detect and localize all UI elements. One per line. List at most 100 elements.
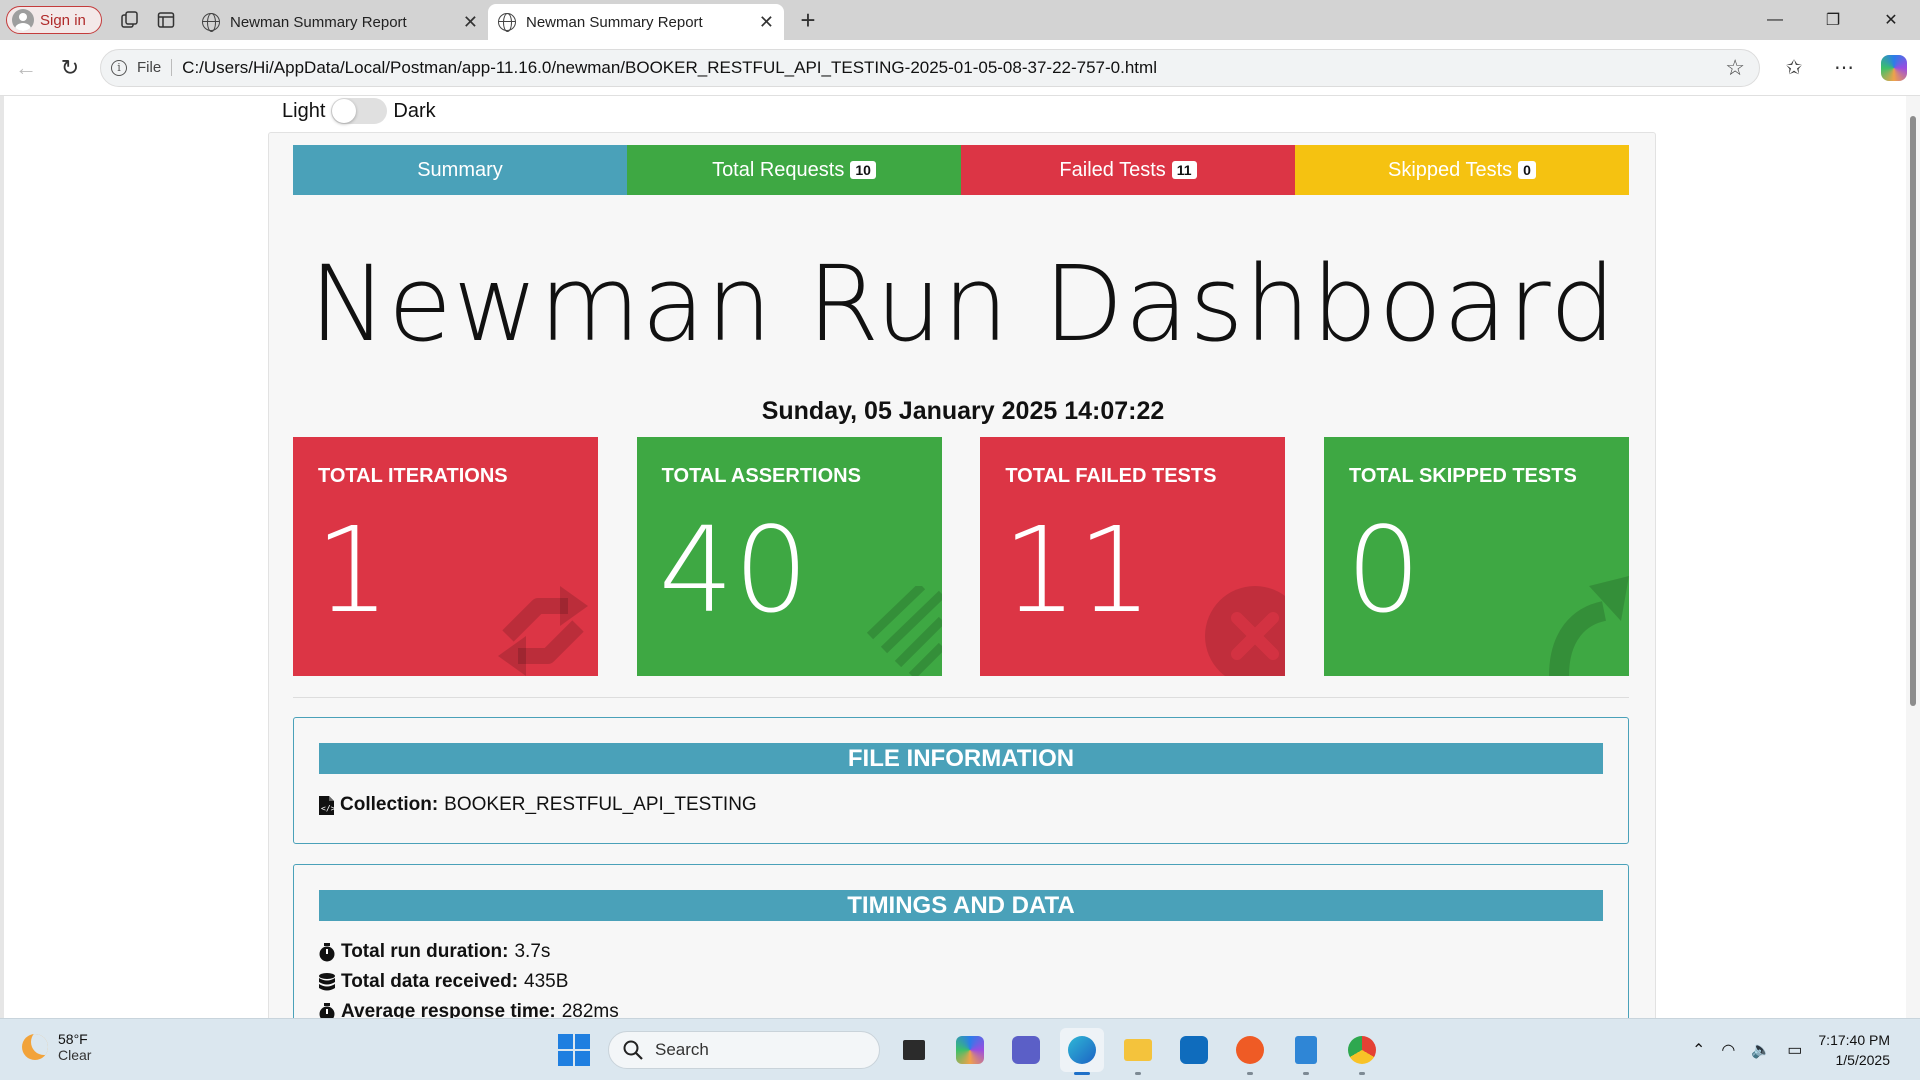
teams-icon[interactable] — [1004, 1028, 1048, 1072]
collection-row: </> Collection: BOOKER_RESTFUL_API_TESTI… — [319, 790, 1603, 820]
favorites-icon[interactable]: ✩ — [1772, 46, 1816, 90]
card-value: 1 — [315, 501, 391, 639]
moon-icon — [22, 1034, 48, 1060]
theme-toggle: Light Dark — [282, 96, 436, 126]
sync-icon — [498, 586, 588, 676]
clock-date: 1/5/2025 — [1835, 1052, 1891, 1068]
collection-value: BOOKER_RESTFUL_API_TESTING — [444, 794, 757, 815]
card-label: TOTAL FAILED TESTS — [1005, 465, 1217, 487]
browser-tab-active[interactable]: Newman Summary Report ✕ — [488, 4, 784, 40]
theme-switch[interactable] — [331, 98, 388, 124]
workspaces-icon[interactable] — [112, 2, 148, 38]
card-value: 11 — [1002, 501, 1153, 639]
refresh-icon[interactable]: ↻ — [48, 46, 92, 90]
stopwatch-icon — [319, 942, 335, 961]
chrome-icon[interactable] — [1340, 1028, 1384, 1075]
file-code-icon: </> — [319, 795, 334, 815]
edge-icon[interactable] — [1060, 1028, 1104, 1075]
postman-icon[interactable] — [1228, 1028, 1272, 1075]
row-value: 3.7s — [514, 941, 551, 962]
tab-summary[interactable]: Summary — [293, 145, 627, 195]
card-label: TOTAL ASSERTIONS — [661, 465, 861, 487]
battery-icon[interactable]: ▭ — [1787, 1040, 1802, 1060]
clock-time: 7:17:40 PM — [1818, 1032, 1890, 1048]
weather-temp: 58°F — [58, 1031, 88, 1047]
globe-icon — [202, 13, 220, 32]
page-scrollbar[interactable] — [1906, 96, 1920, 1018]
card-total-assertions: TOTAL ASSERTIONS 40 — [636, 437, 942, 676]
file-information-panel: FILE INFORMATION </> Collection: BOOKER_… — [293, 717, 1629, 844]
switch-knob — [332, 99, 357, 123]
restore-icon[interactable]: ❐ — [1804, 0, 1862, 40]
outlook-icon[interactable] — [1172, 1028, 1216, 1072]
url-input[interactable]: i File C:/Users/Hi/AppData/Local/Postman… — [100, 48, 1760, 87]
globe-icon — [498, 13, 516, 32]
taskbar-search[interactable]: Search — [608, 1031, 880, 1069]
tab-label: Failed Tests — [1059, 158, 1166, 181]
share-arrow-icon — [1548, 576, 1629, 676]
wifi-icon[interactable]: ◠ — [1721, 1040, 1735, 1060]
browser-address-bar: ← ↻ i File C:/Users/Hi/AppData/Local/Pos… — [0, 40, 1920, 96]
task-view-icon[interactable] — [892, 1028, 936, 1072]
chevron-up-icon[interactable]: ⌃ — [1692, 1040, 1705, 1060]
row-value: 435B — [524, 971, 569, 992]
card-value: 0 — [1345, 501, 1422, 639]
minimize-icon[interactable]: — — [1746, 0, 1804, 40]
card-label: TOTAL ITERATIONS — [318, 465, 508, 487]
url-text[interactable]: C:/Users/Hi/AppData/Local/Postman/app-11… — [182, 58, 1715, 78]
tab-title: Newman Summary Report — [526, 13, 703, 31]
data-received-row: Total data received: 435B — [319, 967, 1603, 997]
copilot-icon[interactable] — [1872, 46, 1916, 90]
profile-avatar-icon — [12, 9, 34, 31]
sign-in-button[interactable]: Sign in — [6, 6, 102, 34]
vertical-tabs-icon[interactable] — [148, 2, 184, 38]
close-window-icon[interactable]: ✕ — [1862, 0, 1920, 40]
windows-taskbar: 58°F Clear Search ⌃ ◠ 🔈 ▭ 7:17:40 PM 1/5… — [0, 1018, 1920, 1080]
card-value: 40 — [658, 501, 809, 639]
copilot-app-icon[interactable] — [948, 1028, 992, 1072]
start-button[interactable] — [552, 1028, 596, 1072]
browser-tab[interactable]: Newman Summary Report ✕ — [192, 4, 488, 40]
tab-label: Total Requests — [712, 158, 845, 181]
page-viewport: Light Dark Summary Total Requests 10 Fai… — [0, 96, 1920, 1018]
close-tab-icon[interactable]: ✕ — [463, 12, 478, 33]
browser-tab-bar: Sign in Newman Summary Report ✕ Newman S… — [0, 0, 1920, 40]
timings-and-data-panel: TIMINGS AND DATA Total run duration: 3.7… — [293, 864, 1629, 1018]
dark-label: Dark — [393, 99, 436, 122]
tab-title: Newman Summary Report — [230, 13, 407, 31]
file-explorer-icon[interactable] — [1116, 1028, 1160, 1075]
windows-logo-icon — [558, 1034, 590, 1066]
card-total-skipped-tests: TOTAL SKIPPED TESTS 0 — [1323, 437, 1629, 676]
tab-failed-tests[interactable]: Failed Tests 11 — [961, 145, 1295, 195]
weather-desc: Clear — [58, 1047, 92, 1063]
sign-in-label: Sign in — [40, 11, 86, 29]
tab-label: Summary — [417, 158, 503, 181]
more-options-icon[interactable]: ⋯ — [1822, 46, 1866, 90]
summary-cards: TOTAL ITERATIONS 1 TOTAL ASSERTIONS 40 T… — [293, 437, 1629, 677]
info-icon[interactable]: i — [111, 59, 127, 76]
row-value: 282ms — [561, 1001, 619, 1018]
times-circle-icon — [1205, 586, 1286, 676]
favorite-star-icon[interactable]: ☆ — [1725, 55, 1745, 81]
tab-total-requests[interactable]: Total Requests 10 — [627, 145, 961, 195]
row-label: Total run duration: — [341, 941, 509, 962]
database-icon — [319, 972, 335, 990]
close-tab-icon[interactable]: ✕ — [759, 12, 774, 33]
report-container: Summary Total Requests 10 Failed Tests 1… — [268, 132, 1656, 1018]
new-tab-icon[interactable]: + — [792, 5, 824, 36]
weather-widget[interactable]: 58°F Clear — [22, 1031, 91, 1063]
run-duration-row: Total run duration: 3.7s — [319, 937, 1603, 967]
scrollbar-thumb[interactable] — [1910, 116, 1916, 706]
count-badge: 0 — [1518, 161, 1536, 179]
report-nav-tabs: Summary Total Requests 10 Failed Tests 1… — [293, 145, 1629, 195]
section-divider — [293, 697, 1629, 698]
tab-skipped-tests[interactable]: Skipped Tests 0 — [1295, 145, 1629, 195]
search-icon — [623, 1040, 643, 1060]
notepad-icon[interactable] — [1284, 1028, 1328, 1075]
card-total-iterations: TOTAL ITERATIONS 1 — [293, 437, 598, 676]
count-badge: 10 — [850, 161, 876, 179]
clock[interactable]: 7:17:40 PM 1/5/2025 — [1818, 1030, 1890, 1070]
svg-text:</>: </> — [321, 804, 334, 813]
volume-icon[interactable]: 🔈 — [1751, 1040, 1771, 1060]
back-icon[interactable]: ← — [4, 46, 48, 90]
